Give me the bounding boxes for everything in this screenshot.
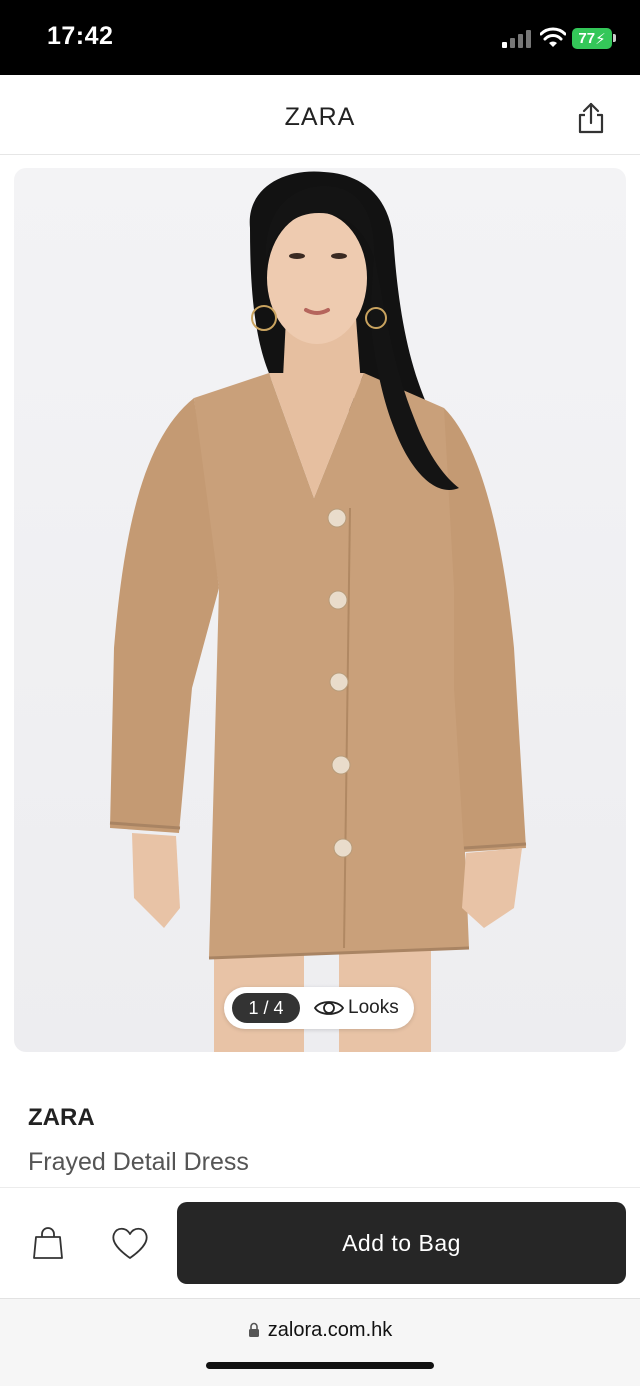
product-name: Frayed Detail Dress — [28, 1148, 249, 1176]
looks-button-label: Looks — [348, 997, 399, 1018]
signal-icon — [502, 30, 531, 48]
page-title: ZARA — [284, 103, 356, 131]
battery-indicator: 77 ⚡ — [572, 28, 612, 49]
product-brand[interactable]: ZARA — [28, 1104, 95, 1132]
status-bar: 17:42 77 ⚡ — [0, 0, 640, 75]
product-image-carousel[interactable] — [14, 168, 626, 1052]
wifi-icon — [540, 27, 566, 47]
status-time: 17:42 — [47, 22, 114, 50]
product-photo — [109, 171, 527, 1052]
bottom-action-bar: Add to Bag — [0, 1187, 640, 1298]
heart-icon[interactable] — [110, 1225, 150, 1261]
browser-url-bar[interactable]: zalora.com.hk — [0, 1298, 640, 1386]
home-indicator[interactable] — [206, 1362, 434, 1369]
url-display[interactable]: zalora.com.hk — [0, 1319, 640, 1342]
eye-icon — [313, 1001, 345, 1015]
lock-icon — [248, 1322, 259, 1337]
bag-icon[interactable] — [31, 1226, 65, 1260]
url-text: zalora.com.hk — [267, 1319, 393, 1341]
share-icon[interactable] — [574, 101, 608, 135]
image-counter: 1 / 4 — [232, 993, 300, 1023]
battery-tip — [613, 34, 616, 42]
add-to-bag-button[interactable]: Add to Bag — [177, 1202, 626, 1284]
top-header: ZARA — [0, 75, 640, 155]
battery-level: 77 — [578, 30, 596, 47]
gallery-pager[interactable]: 1 / 4 Looks — [224, 987, 414, 1029]
